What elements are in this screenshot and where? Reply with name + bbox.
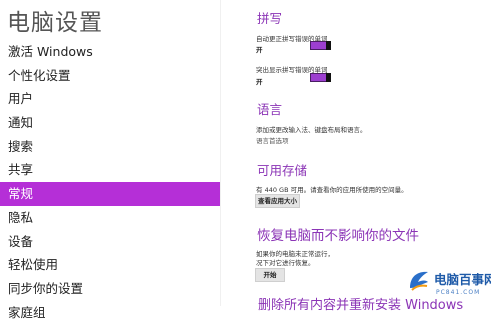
toggle-thumb [326, 73, 331, 82]
sidebar-item-notifications[interactable]: 通知 [0, 111, 220, 135]
sidebar-item-share[interactable]: 共享 [0, 158, 220, 182]
refresh-start-button[interactable]: 开始 [255, 268, 285, 282]
sidebar-nav: 激活 Windows 个性化设置 用户 通知 搜索 共享 常规 隐私 设备 轻松… [0, 40, 220, 324]
autocorrect-state: 开 [256, 46, 263, 54]
autocorrect-toggle[interactable] [310, 41, 331, 50]
sidebar-item-search[interactable]: 搜索 [0, 135, 220, 159]
view-app-sizes-button[interactable]: 查看应用大小 [255, 194, 300, 208]
language-description: 添加或更改输入法、键盘布局和语言。 [256, 126, 367, 134]
refresh-heading: 恢复电脑而不影响你的文件 [257, 228, 419, 244]
watermark-logo-icon [410, 271, 428, 291]
spelling-heading: 拼写 [257, 11, 283, 26]
sidebar: 电脑设置 激活 Windows 个性化设置 用户 通知 搜索 共享 常规 隐私 … [0, 0, 220, 320]
sidebar-item-activate-windows[interactable]: 激活 Windows [0, 40, 220, 64]
sidebar-item-users[interactable]: 用户 [0, 87, 220, 111]
toggle-track [310, 73, 327, 82]
watermark: 电脑百事网 PC841.COM [400, 262, 491, 306]
refresh-description-line2: 况下对它进行恢复。 [256, 259, 315, 267]
sidebar-item-personalize[interactable]: 个性化设置 [0, 64, 220, 88]
sidebar-item-ease-of-access[interactable]: 轻松使用 [0, 253, 220, 277]
sidebar-item-homegroup[interactable]: 家庭组 [0, 301, 220, 324]
divider [220, 0, 221, 306]
toggle-thumb [326, 41, 331, 50]
sidebar-item-sync-settings[interactable]: 同步你的设置 [0, 277, 220, 301]
highlight-misspelled-state: 开 [256, 78, 263, 86]
toggle-track [310, 41, 327, 50]
sidebar-item-privacy[interactable]: 隐私 [0, 206, 220, 230]
language-preferences-link[interactable]: 语言首选项 [256, 135, 289, 145]
sidebar-item-general[interactable]: 常规 [0, 182, 220, 206]
storage-heading: 可用存储 [257, 163, 308, 178]
highlight-misspelled-toggle[interactable] [310, 73, 331, 82]
watermark-brand: 电脑百事网 [434, 272, 491, 287]
language-heading: 语言 [257, 102, 283, 117]
storage-description: 有 440 GB 可用。请查看你的应用所使用的空间量。 [256, 186, 408, 194]
sidebar-item-devices[interactable]: 设备 [0, 230, 220, 254]
watermark-url: PC841.COM [436, 289, 481, 296]
page-title: 电脑设置 [7, 10, 103, 36]
